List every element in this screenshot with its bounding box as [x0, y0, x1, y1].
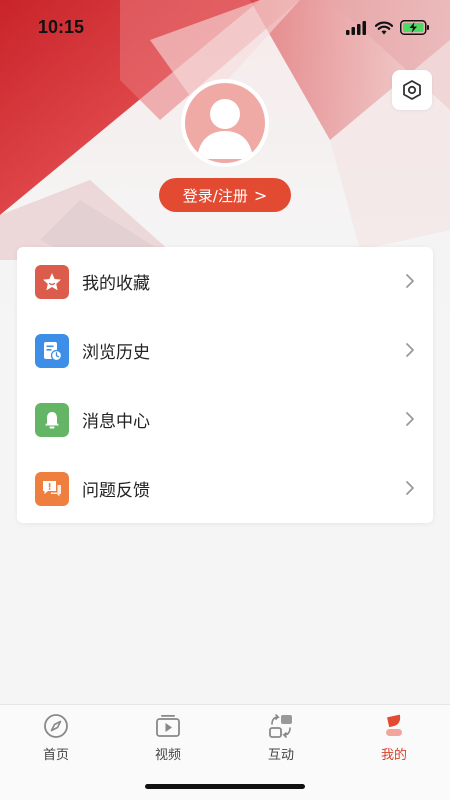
menu-item-label: 我的收藏 — [82, 274, 150, 294]
bell-icon — [35, 402, 69, 437]
settings-button[interactable] — [392, 70, 432, 110]
default-avatar-icon — [185, 83, 265, 163]
feedback-icon — [35, 471, 69, 506]
login-register-label: 登录/注册 — [182, 186, 248, 205]
settings-icon — [403, 80, 421, 100]
menu-item-history[interactable]: 浏览历史 — [17, 316, 433, 385]
tab-home[interactable]: 首页 — [0, 713, 112, 773]
chevron-right-icon — [406, 412, 414, 426]
history-icon — [35, 333, 69, 368]
video-icon — [156, 715, 180, 737]
menu-item-favorites[interactable]: 我的收藏 — [17, 247, 433, 316]
login-register-button[interactable]: 登录/注册 > — [159, 178, 291, 212]
star-icon — [35, 264, 69, 299]
tab-interact[interactable]: 互动 — [225, 713, 337, 773]
tab-label: 首页 — [42, 748, 69, 763]
chevron-right-icon — [406, 343, 414, 357]
profile-icon — [386, 714, 402, 736]
home-indicator — [145, 784, 305, 789]
compass-icon — [44, 714, 68, 738]
interact-icon — [269, 714, 292, 738]
tab-label: 我的 — [380, 748, 407, 763]
tab-video[interactable]: 视频 — [112, 713, 224, 773]
menu-item-messages[interactable]: 消息中心 — [17, 385, 433, 454]
menu-item-label: 浏览历史 — [82, 343, 150, 363]
tab-label: 互动 — [267, 748, 294, 763]
menu-item-label: 消息中心 — [82, 412, 150, 432]
avatar[interactable] — [181, 79, 269, 167]
status-bar: 10:15 — [0, 0, 450, 56]
menu-item-feedback[interactable]: 问题反馈 — [17, 454, 433, 523]
signal-icon — [346, 20, 366, 35]
menu-item-label: 问题反馈 — [82, 481, 150, 501]
chevron-right-icon: > — [253, 185, 268, 205]
chevron-right-icon — [406, 481, 414, 495]
battery-charging-icon — [400, 20, 429, 35]
wifi-icon — [375, 21, 393, 34]
tab-mine[interactable]: 我的 — [338, 713, 450, 773]
status-time: 10:15 — [38, 17, 85, 37]
status-icons — [346, 20, 430, 35]
menu-card: 我的收藏 浏览历史 消息中心 问题反馈 — [17, 247, 433, 523]
tab-label: 视频 — [154, 748, 181, 763]
chevron-right-icon — [406, 274, 414, 288]
